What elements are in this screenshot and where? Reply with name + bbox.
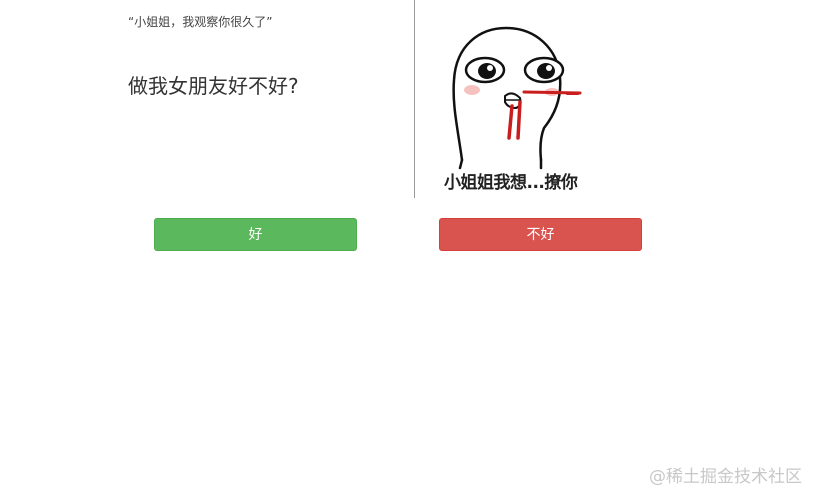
meme-caption: 小姐姐我想...撩你 bbox=[444, 173, 578, 193]
yes-button[interactable]: 好 bbox=[154, 218, 357, 251]
meme-image: 小姐姐我想...撩你 bbox=[440, 10, 610, 196]
question-text: 做我女朋友好不好? bbox=[128, 74, 299, 98]
meme-face-drawing bbox=[452, 26, 582, 170]
no-button[interactable]: 不好 bbox=[439, 218, 642, 251]
vertical-divider bbox=[414, 0, 415, 198]
page: “小姐姐，我观察你很久了” 做我女朋友好不好? 小姐姐我想...撩你 好 不好 … bbox=[0, 0, 818, 501]
watermark-text: @稀土掘金技术社区 bbox=[649, 467, 802, 487]
quote-text: “小姐姐，我观察你很久了” bbox=[128, 15, 273, 29]
